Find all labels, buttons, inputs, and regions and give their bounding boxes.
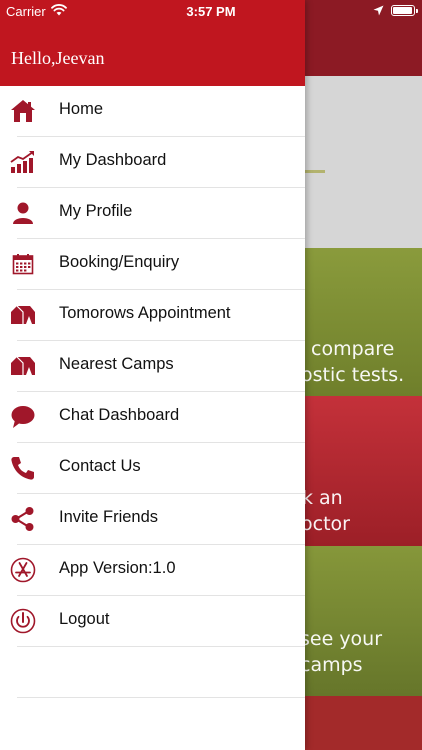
- drawer-menu: Home My Dashboard My Profile Booking/Enq…: [0, 86, 305, 698]
- house-icon: [10, 98, 36, 124]
- menu-item-label: Contact Us: [59, 457, 141, 475]
- menu-item-label: App Version:1.0: [59, 559, 176, 577]
- menu-item-my-profile[interactable]: My Profile: [0, 188, 305, 239]
- app-store-icon: [10, 557, 36, 583]
- menu-item-booking-enquiry[interactable]: Booking/Enquiry: [0, 239, 305, 290]
- empty-row: [0, 647, 305, 698]
- menu-item-contact-us[interactable]: Contact Us: [0, 443, 305, 494]
- clock: 3:57 PM: [186, 4, 236, 19]
- menu-item-label: Tomorows Appointment: [59, 304, 231, 322]
- hero-decoration: [305, 170, 325, 173]
- menu-item-label: Logout: [59, 610, 110, 628]
- phone-icon: [10, 455, 36, 481]
- power-icon: [10, 608, 36, 634]
- battery-icon: [391, 5, 418, 16]
- camp-tent-icon: [10, 353, 36, 379]
- camp-tent-icon: [10, 302, 36, 328]
- ask-doctor-line-1: k an: [305, 487, 343, 509]
- menu-item-tomorows-appointment[interactable]: Tomorows Appointment: [0, 290, 305, 341]
- bar-chart-icon: [10, 149, 36, 175]
- menu-item-label: Chat Dashboard: [59, 406, 180, 424]
- side-drawer: Hello,Jeevan Home My Dashboard My Profil…: [0, 0, 305, 750]
- menu-item-label: Nearest Camps: [59, 355, 174, 373]
- share-icon: [10, 506, 36, 532]
- menu-item-label: Booking/Enquiry: [59, 253, 180, 271]
- compare-tests-line-1: compare: [311, 338, 395, 360]
- menu-item-chat-dashboard[interactable]: Chat Dashboard: [0, 392, 305, 443]
- person-icon: [10, 200, 36, 226]
- menu-item-logout[interactable]: Logout: [0, 596, 305, 647]
- bottom-panel: [305, 696, 422, 750]
- compare-tests-panel[interactable]: compare ostic tests.: [305, 248, 422, 396]
- menu-item-home[interactable]: Home: [0, 86, 305, 137]
- user-greeting: Hello,Jeevan: [11, 48, 105, 68]
- menu-item-label: My Dashboard: [59, 151, 167, 169]
- ask-doctor-line-2: octor: [305, 513, 350, 535]
- menu-item-invite-friends[interactable]: Invite Friends: [0, 494, 305, 545]
- menu-item-label: Home: [59, 100, 104, 118]
- menu-item-label: Invite Friends: [59, 508, 159, 526]
- camps-line-1: see your: [305, 628, 383, 650]
- chat-bubble-icon: [10, 404, 36, 430]
- compare-tests-line-2: ostic tests.: [305, 364, 405, 386]
- ask-doctor-panel[interactable]: k an octor: [305, 396, 422, 546]
- divider: [17, 697, 305, 698]
- camps-line-2: camps: [305, 654, 363, 676]
- status-bar: Carrier 3:57 PM: [0, 0, 422, 22]
- menu-item-app-version[interactable]: App Version:1.0: [0, 545, 305, 596]
- menu-item-my-dashboard[interactable]: My Dashboard: [0, 137, 305, 188]
- location-arrow-icon: [373, 4, 384, 19]
- menu-item-nearest-camps[interactable]: Nearest Camps: [0, 341, 305, 392]
- calendar-icon: [10, 251, 36, 277]
- camps-panel[interactable]: see your camps: [305, 546, 422, 696]
- menu-item-label: My Profile: [59, 202, 133, 220]
- hero-image-panel: [305, 76, 422, 248]
